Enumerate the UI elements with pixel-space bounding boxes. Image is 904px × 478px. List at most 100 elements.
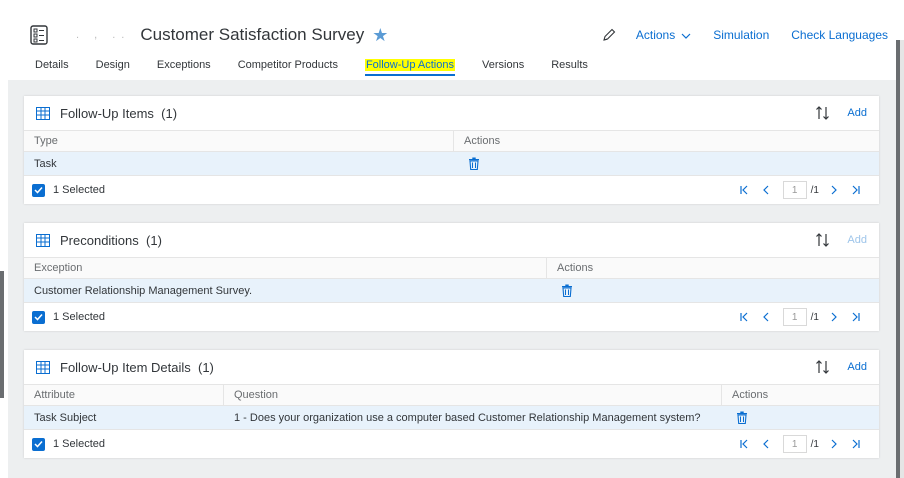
chevron-left-icon <box>762 185 769 195</box>
last-page-button[interactable] <box>845 436 867 452</box>
column-header-type[interactable]: Type <box>24 131 454 151</box>
card-title: Follow-Up Items (1) <box>60 106 177 121</box>
delete-trash-icon[interactable] <box>561 284 573 297</box>
tab-results[interactable]: Results <box>551 58 588 80</box>
cell-actions <box>454 152 879 175</box>
card-title-text: Follow-Up Item Details <box>60 359 191 375</box>
next-page-button[interactable] <box>823 309 845 325</box>
page-input[interactable]: 1 <box>782 308 807 326</box>
card-title-text: Preconditions <box>60 232 139 248</box>
first-page-button[interactable] <box>733 436 755 452</box>
table-footer: 1 Selected 1 /1 <box>24 176 879 204</box>
paginator: 1 /1 <box>733 181 867 199</box>
card-count: (1) <box>198 359 214 375</box>
survey-icon <box>30 25 48 45</box>
vertical-scrollbar[interactable] <box>896 40 904 478</box>
table-row[interactable]: Task <box>24 152 879 176</box>
last-page-button[interactable] <box>845 309 867 325</box>
column-header-actions[interactable]: Actions <box>722 385 879 405</box>
table-grid-icon <box>36 361 50 374</box>
follow-up-item-details-card: Follow-Up Item Details (1) Add Attribute… <box>24 350 879 458</box>
prev-page-button[interactable] <box>755 309 777 325</box>
tab-follow-up-actions-label: Follow-Up Actions <box>364 59 455 71</box>
card-count: (1) <box>161 105 178 121</box>
preconditions-card: Preconditions (1) Add Exception Actions … <box>24 223 879 331</box>
column-header-actions[interactable]: Actions <box>454 131 879 151</box>
add-button[interactable]: Add <box>847 234 867 246</box>
obscured-text: . , .. <box>76 29 131 41</box>
chevron-down-icon <box>681 33 691 39</box>
tab-follow-up-actions[interactable]: Follow-Up Actions <box>364 58 456 80</box>
tab-competitor-products[interactable]: Competitor Products <box>238 58 338 80</box>
table-row[interactable]: Customer Relationship Management Survey. <box>24 279 879 303</box>
last-page-button[interactable] <box>845 182 867 198</box>
table-header: Exception Actions <box>24 257 879 279</box>
check-languages-button[interactable]: Check Languages <box>791 28 888 42</box>
checkmark-icon <box>34 313 43 321</box>
selected-count: 1 Selected <box>53 311 105 323</box>
prev-page-button[interactable] <box>755 436 777 452</box>
tab-bar: Details Design Exceptions Competitor Pro… <box>35 58 615 80</box>
table-footer: 1 Selected 1 /1 <box>24 303 879 331</box>
next-page-button[interactable] <box>823 436 845 452</box>
page-input[interactable]: 1 <box>782 435 807 453</box>
sort-icon[interactable] <box>815 359 831 375</box>
tab-details[interactable]: Details <box>35 58 69 80</box>
table-grid-icon <box>36 234 50 247</box>
cell-actions <box>722 406 879 429</box>
delete-trash-icon[interactable] <box>468 157 480 170</box>
prev-page-button[interactable] <box>755 182 777 198</box>
add-button[interactable]: Add <box>847 361 867 373</box>
column-header-question[interactable]: Question <box>224 385 722 405</box>
simulation-button[interactable]: Simulation <box>713 28 769 42</box>
delete-trash-icon[interactable] <box>736 411 748 424</box>
card-title: Follow-Up Item Details (1) <box>60 360 214 375</box>
follow-up-items-card: Follow-Up Items (1) Add Type Actions Tas… <box>24 96 879 204</box>
selected-count: 1 Selected <box>53 438 105 450</box>
table-grid-icon <box>36 107 50 120</box>
cell-attribute: Task Subject <box>34 411 97 424</box>
page-input[interactable]: 1 <box>782 181 807 199</box>
page-total: /1 <box>810 184 819 196</box>
actions-menu-button[interactable]: Actions <box>636 28 691 42</box>
selected-count: 1 Selected <box>53 184 105 196</box>
header-actions: Actions Simulation Check Languages <box>602 28 888 42</box>
last-page-icon <box>852 439 860 449</box>
edit-pencil-icon[interactable] <box>602 28 616 42</box>
last-page-icon <box>852 312 860 322</box>
add-button[interactable]: Add <box>847 107 867 119</box>
first-page-icon <box>740 439 748 449</box>
column-header-attribute[interactable]: Attribute <box>24 385 224 405</box>
card-title-text: Follow-Up Items <box>60 105 154 121</box>
first-page-icon <box>740 312 748 322</box>
sort-icon[interactable] <box>815 105 831 121</box>
select-all-checkbox[interactable] <box>32 310 45 324</box>
tab-design[interactable]: Design <box>96 58 130 80</box>
table-footer: 1 Selected 1 /1 <box>24 430 879 458</box>
favorite-star-icon[interactable]: ★ <box>372 25 388 46</box>
title-row: . , .. Customer Satisfaction Survey ★ Ac… <box>30 20 888 50</box>
chevron-left-icon <box>762 439 769 449</box>
tab-exceptions[interactable]: Exceptions <box>157 58 211 80</box>
chevron-right-icon <box>831 439 837 449</box>
card-title: Preconditions (1) <box>60 233 162 248</box>
last-page-icon <box>852 185 860 195</box>
select-all-checkbox[interactable] <box>32 437 45 451</box>
table-header: Type Actions <box>24 130 879 152</box>
column-header-exception[interactable]: Exception <box>24 258 547 278</box>
table-row[interactable]: Task Subject 1 - Does your organization … <box>24 406 879 430</box>
chevron-left-icon <box>762 312 769 322</box>
next-page-button[interactable] <box>823 182 845 198</box>
card-count: (1) <box>146 232 162 248</box>
left-edge-bar <box>0 271 4 398</box>
cell-type: Task <box>34 157 57 170</box>
first-page-button[interactable] <box>733 182 755 198</box>
page-total: /1 <box>810 438 819 450</box>
card-header: Follow-Up Item Details (1) Add <box>24 350 879 384</box>
first-page-button[interactable] <box>733 309 755 325</box>
column-header-actions[interactable]: Actions <box>547 258 879 278</box>
tab-versions[interactable]: Versions <box>482 58 524 80</box>
checkmark-icon <box>34 440 43 448</box>
sort-icon[interactable] <box>815 232 831 248</box>
select-all-checkbox[interactable] <box>32 183 45 197</box>
